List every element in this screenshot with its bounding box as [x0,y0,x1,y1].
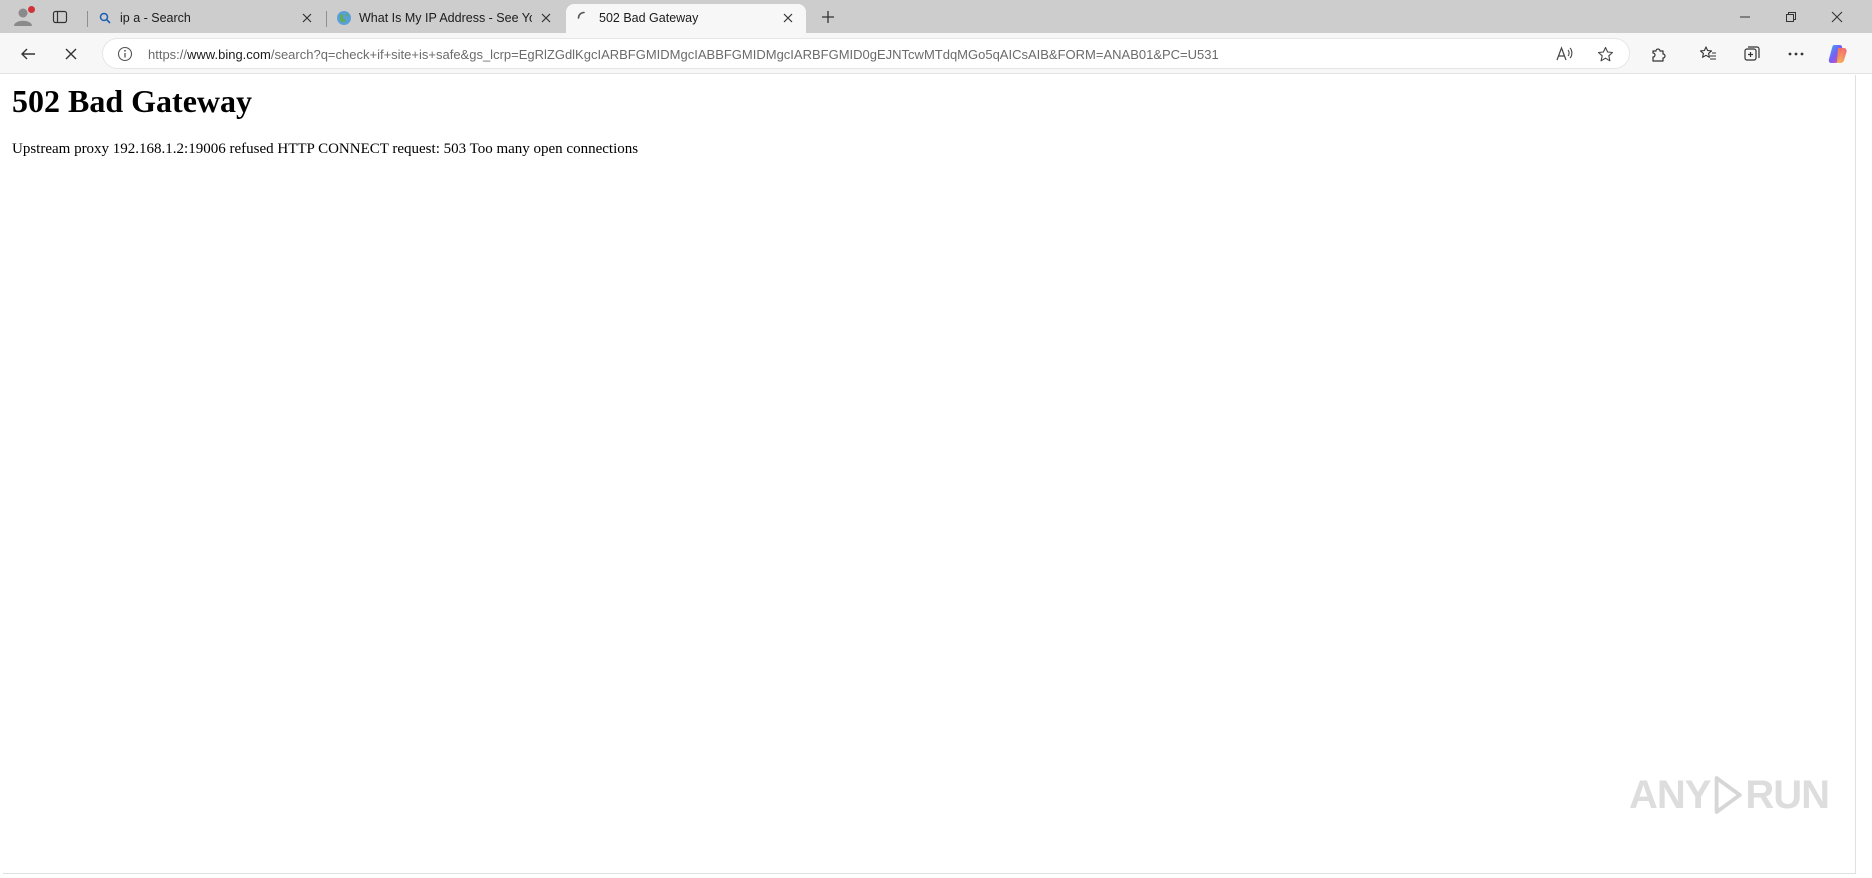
more-icon [1788,52,1804,56]
read-aloud-button[interactable] [1553,43,1577,65]
url-path: /search?q=check+if+site+is+safe&gs_lcrp=… [270,47,1219,62]
close-icon[interactable] [536,8,556,28]
favorites-icon [1699,46,1716,60]
url-scheme: https:// [148,47,188,62]
watermark-left-text: ANY [1629,772,1711,817]
minimize-icon [1740,16,1750,17]
extensions-button[interactable] [1643,39,1675,69]
copilot-button[interactable] [1822,39,1854,69]
tab-strip: ip a - Search What Is My IP Address - Se… [0,0,1872,33]
favorites-button[interactable] [1692,39,1724,69]
page-title: 502 Bad Gateway [12,83,252,119]
search-icon [97,10,113,26]
anyrun-watermark: ANY RUN [1629,765,1830,825]
browser-toolbar: https://www.bing.com/search?q=check+if+s… [0,33,1872,74]
collections-button[interactable] [1736,39,1768,69]
restore-button[interactable] [1768,0,1814,33]
tab-actions-button[interactable] [46,4,74,30]
tab-search[interactable]: ip a - Search [87,4,325,33]
page-content: 502 Bad Gateway Upstream proxy 192.168.1… [3,75,1856,874]
address-bar[interactable]: https://www.bing.com/search?q=check+if+s… [102,38,1630,69]
tab-title: 502 Bad Gateway [599,11,699,25]
back-button[interactable] [12,39,44,69]
back-arrow-icon [21,48,35,60]
close-icon [1831,11,1843,22]
collections-icon [1744,46,1760,61]
stop-loading-button[interactable] [55,39,87,69]
tab-separator [326,11,327,27]
notification-badge [28,6,35,13]
favorite-button[interactable] [1593,43,1617,65]
restore-icon [1786,11,1796,22]
globe-icon [336,10,352,26]
stop-icon [65,48,77,60]
settings-more-button[interactable] [1780,39,1812,69]
plus-icon [822,11,834,23]
url-text[interactable]: https://www.bing.com/search?q=check+if+s… [148,47,1508,62]
play-logo-icon [1715,776,1743,814]
copilot-icon [1828,45,1847,63]
profile-button[interactable] [8,4,38,30]
url-host: www.bing.com [187,47,271,62]
error-message: Upstream proxy 192.168.1.2:19006 refused… [12,141,639,157]
tab-title: What Is My IP Address - See Your [359,11,532,25]
close-icon[interactable] [778,8,798,28]
new-tab-button[interactable] [814,4,842,30]
watermark-right-text: RUN [1745,772,1830,817]
loading-spinner-icon [576,10,592,26]
tab-separator [87,11,88,27]
close-window-button[interactable] [1814,0,1860,33]
tab-what-is-my-ip[interactable]: What Is My IP Address - See Your [326,4,564,33]
tab-title: ip a - Search [120,11,191,25]
puzzle-icon [1652,48,1666,62]
tab-actions-icon [52,10,68,24]
read-aloud-icon [1556,46,1573,61]
minimize-button[interactable] [1722,0,1768,33]
tab-502-bad-gateway[interactable]: 502 Bad Gateway [566,4,806,33]
star-icon [1597,46,1613,61]
info-icon[interactable] [116,45,134,63]
close-icon[interactable] [297,8,317,28]
